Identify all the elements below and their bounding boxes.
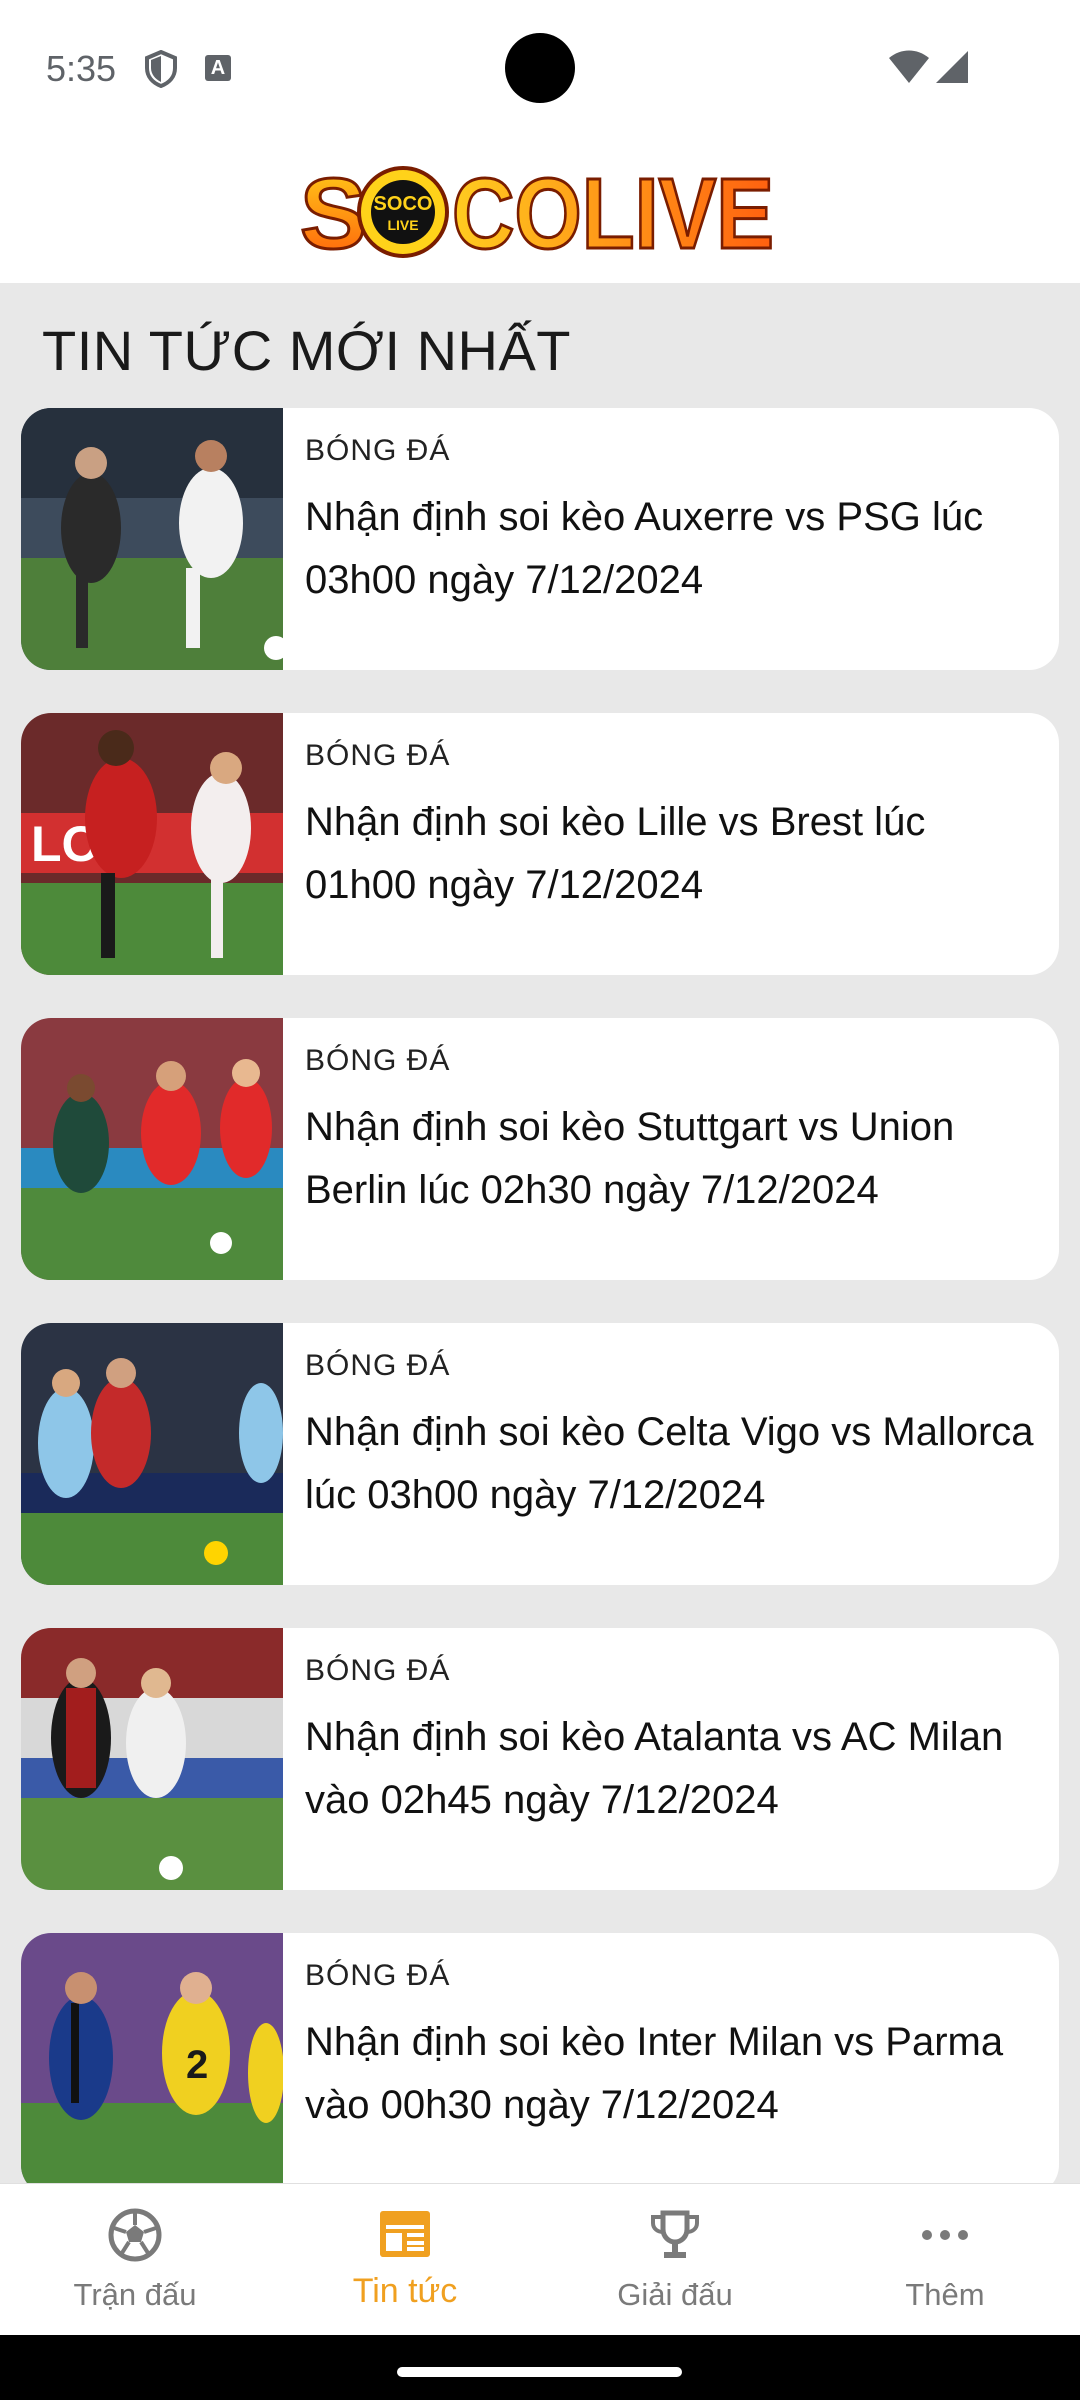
news-thumbnail	[21, 1323, 283, 1585]
nav-item-more[interactable]: Thêm	[810, 2184, 1080, 2336]
nav-item-news[interactable]: Tin tức	[270, 2184, 540, 2336]
svg-text:2: 2	[186, 2043, 208, 2087]
news-thumbnail	[21, 1628, 283, 1890]
app-header: S SOCO LIVE COLIVE	[0, 135, 1080, 283]
status-time: 5:35	[46, 48, 117, 89]
news-category: BÓNG ĐÁ	[305, 434, 451, 467]
news-thumbnail	[21, 1018, 283, 1280]
news-title: Nhận định soi kèo Lille vs Brest lúc 01h…	[305, 800, 926, 907]
wifi-icon	[888, 50, 930, 89]
news-category: BÓNG ĐÁ	[305, 1959, 451, 1992]
trophy-icon	[651, 2210, 699, 2258]
more-dots-icon	[922, 2230, 968, 2240]
news-category: BÓNG ĐÁ	[305, 1654, 451, 1687]
accessibility-icon: A	[205, 55, 231, 81]
shield-icon	[144, 49, 178, 93]
news-card[interactable]: BÓNG ĐÁ Nhận định soi kèo Celta Vigo vs …	[21, 1323, 1059, 1585]
news-card[interactable]: BÓNG ĐÁ Nhận định soi kèo Stuttgart vs U…	[21, 1018, 1059, 1280]
nav-label: Tin tức	[352, 2272, 458, 2310]
news-card[interactable]: BÓNG ĐÁ Nhận định soi kèo Auxerre vs PSG…	[21, 408, 1059, 670]
system-navigation-bar	[0, 2335, 1080, 2400]
svg-text:COLIVE: COLIVE	[452, 160, 774, 260]
status-bar: 5:35 A	[0, 0, 1080, 135]
signal-icon	[935, 50, 969, 89]
news-title: Nhận định soi kèo Auxerre vs PSG lúc 03h…	[305, 495, 984, 602]
svg-text:LIVE: LIVE	[387, 217, 418, 233]
svg-text:S: S	[300, 160, 367, 260]
news-thumbnail	[21, 408, 283, 670]
section-title: TIN TỨC MỚI NHẤT	[42, 319, 572, 382]
news-category: BÓNG ĐÁ	[305, 739, 451, 772]
news-title: Nhận định soi kèo Celta Vigo vs Mallorca…	[305, 1410, 1034, 1517]
nav-label: Giải đấu	[617, 2277, 733, 2312]
newspaper-icon	[380, 2211, 430, 2257]
news-card[interactable]: BÓNG ĐÁ Nhận định soi kèo Atalanta vs AC…	[21, 1628, 1059, 1890]
svg-text:SOCO: SOCO	[374, 193, 433, 215]
nav-item-leagues[interactable]: Giải đấu	[540, 2184, 810, 2336]
news-title: Nhận định soi kèo Atalanta vs AC Milan v…	[305, 1715, 1004, 1822]
nav-label: Trận đấu	[73, 2277, 197, 2312]
soccer-ball-icon	[108, 2208, 162, 2262]
nav-label: Thêm	[905, 2277, 985, 2312]
news-title: Nhận định soi kèo Stuttgart vs Union Ber…	[305, 1105, 955, 1212]
news-card[interactable]: LOS BÓNG ĐÁ Nhận định soi kèo Lille vs B…	[21, 713, 1059, 975]
bottom-navigation: Trận đấu Tin tức Giải đấu Thêm	[0, 2183, 1080, 2335]
news-card[interactable]: 2 BÓNG ĐÁ Nhận định soi kèo Inter Milan …	[21, 1933, 1059, 2183]
news-list[interactable]: BÓNG ĐÁ Nhận định soi kèo Auxerre vs PSG…	[0, 408, 1080, 2183]
news-thumbnail: LOS	[21, 713, 283, 975]
nav-item-matches[interactable]: Trận đấu	[0, 2184, 270, 2336]
news-category: BÓNG ĐÁ	[305, 1044, 451, 1077]
news-thumbnail: 2	[21, 1933, 283, 2183]
news-category: BÓNG ĐÁ	[305, 1349, 451, 1382]
front-camera	[505, 33, 575, 103]
socolive-logo: S SOCO LIVE COLIVE	[300, 160, 776, 260]
news-title: Nhận định soi kèo Inter Milan vs Parma v…	[305, 2020, 1004, 2127]
home-gesture-handle[interactable]	[397, 2367, 682, 2377]
